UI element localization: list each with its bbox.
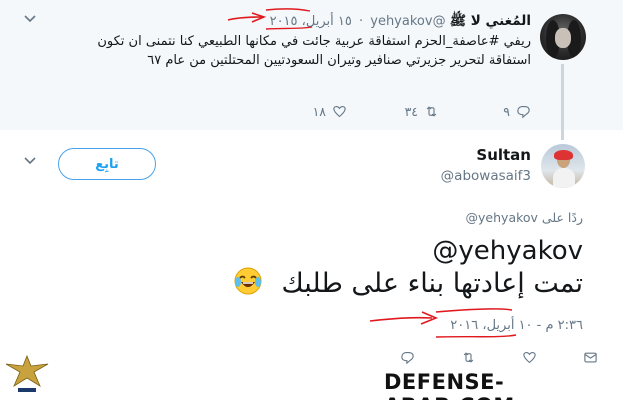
chevron-down-icon[interactable]: [24, 12, 36, 27]
follow-button[interactable]: تابِع: [58, 148, 156, 180]
retweet-count: ٣٤: [404, 104, 418, 119]
like-count: ١٨: [312, 104, 326, 119]
parent-tweet[interactable]: المُغني لا ﷺ @yehyakov · ١٥ أبريل، ٢٠١٥ …: [0, 0, 623, 140]
reply-icon: [517, 105, 530, 119]
author-handle[interactable]: @abowasaif3: [441, 168, 531, 184]
chevron-down-icon[interactable]: [24, 154, 36, 169]
tweet-text: تمت إعادتها بناء على طلبك: [281, 268, 583, 299]
reply-button[interactable]: [400, 350, 415, 369]
reply-to-handle[interactable]: @yehyakov: [466, 210, 538, 225]
parent-author-handle[interactable]: @yehyakov: [370, 14, 445, 29]
eagle-logo-icon: [5, 354, 49, 392]
retweet-button[interactable]: [461, 350, 476, 369]
watermark-text: DEFENSE-ARAB.COM: [384, 370, 514, 400]
reply-count: ٩: [503, 104, 510, 119]
thread-line: [561, 64, 564, 140]
tweet-body: تمت إعادتها بناء على طلبك: [233, 266, 583, 303]
parent-avatar[interactable]: [540, 14, 586, 60]
replying-to: ردًا على @yehyakov: [466, 210, 583, 225]
tweet-mention[interactable]: @yehyakov: [432, 236, 583, 266]
retweet-icon: [426, 106, 437, 117]
reply-action[interactable]: ٩: [439, 104, 531, 119]
tweet-timestamp[interactable]: ٢:٣٦ م - ١٠ أبريل، ٢٠١٦: [450, 318, 583, 333]
tweet-actions: [400, 350, 598, 369]
retweet-action[interactable]: ٣٤: [347, 104, 439, 119]
author-name[interactable]: Sultan: [476, 146, 531, 164]
laughing-emoji-icon: [233, 266, 263, 303]
message-icon: [584, 352, 597, 363]
parent-actions: ٩ ٣٤ ١٨: [255, 104, 531, 119]
retweet-icon: [463, 352, 474, 363]
parent-author-name[interactable]: المُغني لا ﷺ: [450, 13, 531, 29]
like-action[interactable]: ١٨: [255, 104, 347, 119]
parent-date[interactable]: ١٥ أبريل، ٢٠١٥: [270, 14, 352, 29]
author-avatar[interactable]: [541, 144, 585, 188]
parent-header: المُغني لا ﷺ @yehyakov · ١٥ أبريل، ٢٠١٥: [269, 13, 531, 29]
heart-icon: [333, 105, 346, 118]
heart-icon: [523, 351, 536, 364]
message-button[interactable]: [583, 350, 598, 369]
reply-prefix: ردًا على: [541, 210, 583, 225]
reply-icon: [401, 351, 414, 365]
like-button[interactable]: [522, 350, 537, 369]
parent-tweet-text: ريفي #عاصفة_الحزم استفاقة عربية جائت في …: [97, 34, 531, 68]
